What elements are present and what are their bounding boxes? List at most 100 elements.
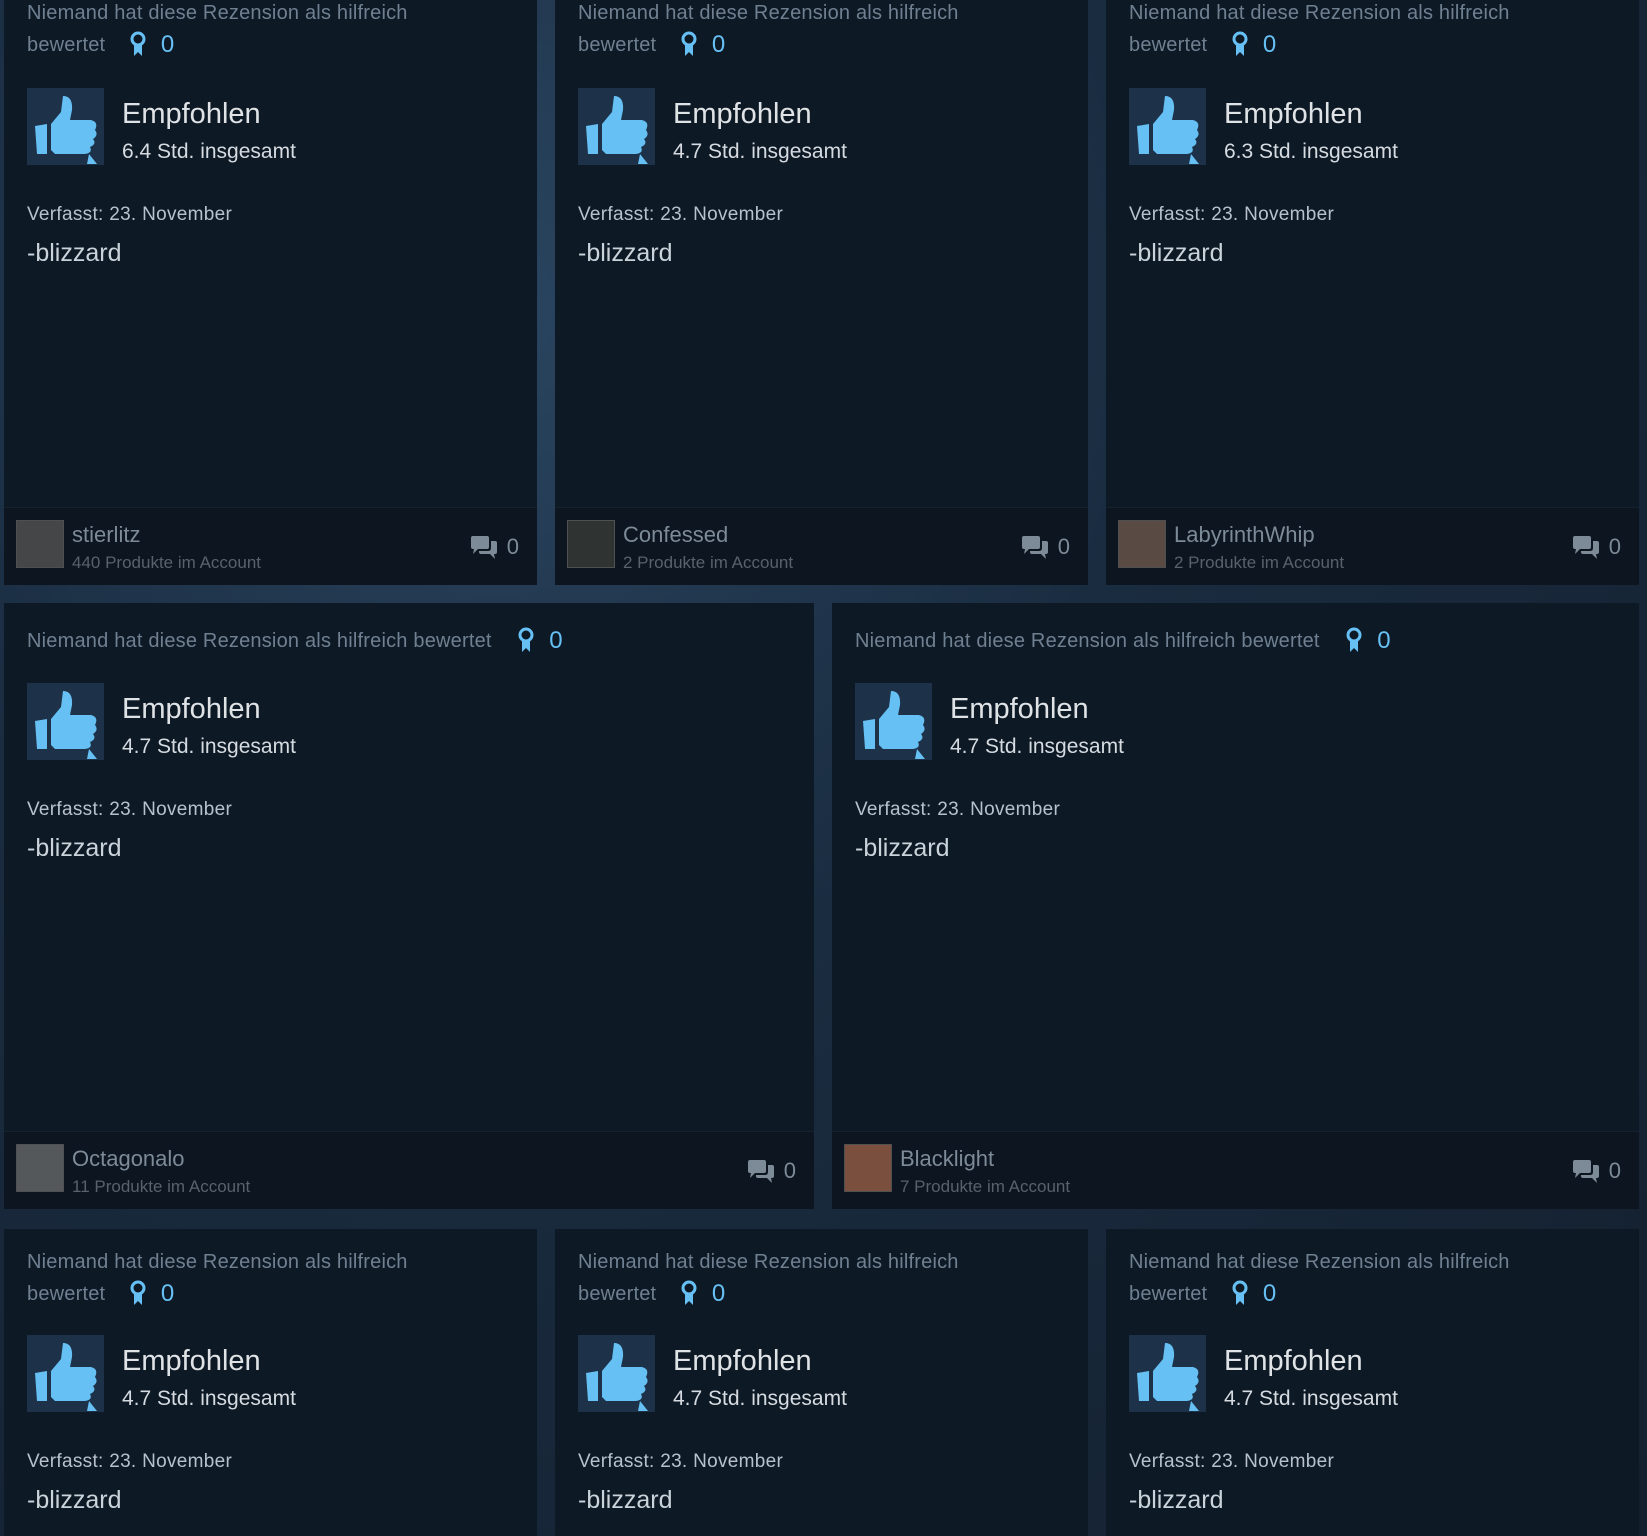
review-card[interactable]: Niemand hat diese Rezension als hilfreic… [4, 1229, 537, 1536]
posted-date: Verfasst: 23. November [27, 799, 233, 820]
hours-played: 6.4 Std. insgesamt [122, 140, 296, 163]
helpful-text: bewertet [27, 34, 106, 56]
review-card[interactable]: Niemand hat diese Rezension als hilfreic… [4, 603, 814, 1209]
avatar[interactable] [567, 520, 615, 568]
helpful-text: Niemand hat diese Rezension als hilfreic… [27, 2, 408, 24]
thumbs-up-icon [27, 1335, 104, 1412]
comment-count: 0 [783, 1157, 796, 1183]
thumbs-up-icon [27, 683, 104, 760]
avatar[interactable] [16, 520, 64, 568]
comment-button[interactable]: 0 [746, 1158, 796, 1185]
review-text: -blizzard [1129, 239, 1224, 267]
review-text: -blizzard [27, 834, 122, 862]
thumbs-up-icon [578, 1335, 655, 1412]
recommendation-title: Empfohlen [1224, 98, 1363, 130]
user-name[interactable]: Confessed [623, 522, 728, 548]
comment-icon [1572, 536, 1599, 559]
user-name[interactable]: LabyrinthWhip [1174, 522, 1315, 548]
recommend-thumb [578, 1335, 655, 1412]
helpful-text: Niemand hat diese Rezension als hilfreic… [578, 2, 959, 24]
review-card[interactable]: Niemand hat diese Rezension als hilfreic… [4, 0, 537, 585]
review-card[interactable]: Niemand hat diese Rezension als hilfreic… [555, 1229, 1088, 1536]
helpful-count: 0 [711, 31, 726, 58]
helpful-count: 0 [160, 1280, 175, 1307]
recommendation-title: Empfohlen [950, 693, 1089, 725]
award-icon [1232, 1280, 1248, 1305]
user-name[interactable]: stierlitz [72, 522, 140, 548]
avatar[interactable] [844, 1144, 892, 1192]
helpful-text: Niemand hat diese Rezension als hilfreic… [1129, 1251, 1510, 1273]
user-name[interactable]: Octagonalo [72, 1146, 185, 1172]
helpful-text: Niemand hat diese Rezension als hilfreic… [27, 630, 492, 652]
comment-button[interactable]: 0 [469, 534, 519, 561]
comment-button[interactable]: 0 [1571, 534, 1621, 561]
review-card[interactable]: Niemand hat diese Rezension als hilfreic… [832, 603, 1639, 1209]
award-icon [681, 31, 697, 56]
comment-count: 0 [1057, 533, 1070, 559]
helpful-info: Niemand hat diese Rezension als hilfreic… [855, 625, 1391, 657]
helpful-info: Niemand hat diese Rezension als hilfreic… [27, 0, 408, 61]
avatar[interactable] [1118, 520, 1166, 568]
helpful-info: Niemand hat diese Rezension als hilfreic… [578, 1246, 959, 1310]
hours-played: 4.7 Std. insgesamt [122, 735, 296, 758]
hours-played: 4.7 Std. insgesamt [673, 140, 847, 163]
recommend-thumb [855, 683, 932, 760]
review-card[interactable]: Niemand hat diese Rezension als hilfreic… [1106, 0, 1639, 585]
review-footer: Octagonalo 11 Produkte im Account 0 [4, 1131, 814, 1209]
comment-icon [1572, 1160, 1599, 1183]
review-text: -blizzard [27, 1486, 122, 1514]
helpful-text: bewertet [578, 34, 657, 56]
user-products: 11 Produkte im Account [72, 1177, 251, 1196]
recommendation-title: Empfohlen [1224, 1345, 1363, 1377]
posted-date: Verfasst: 23. November [1129, 204, 1335, 225]
thumbs-up-icon [578, 88, 655, 165]
helpful-count: 0 [549, 627, 563, 654]
helpful-text: bewertet [27, 1283, 106, 1305]
comment-icon [470, 536, 497, 559]
comment-icon [747, 1160, 774, 1183]
posted-date: Verfasst: 23. November [27, 1451, 233, 1472]
user-products: 2 Produkte im Account [1174, 553, 1345, 572]
helpful-text: Niemand hat diese Rezension als hilfreic… [27, 1251, 408, 1273]
comment-icon [1021, 536, 1048, 559]
helpful-count: 0 [711, 1280, 726, 1307]
recommend-thumb [1129, 1335, 1206, 1412]
user-name[interactable]: Blacklight [900, 1146, 994, 1172]
hours-played: 4.7 Std. insgesamt [950, 735, 1124, 758]
review-text: -blizzard [27, 239, 122, 267]
posted-date: Verfasst: 23. November [27, 204, 233, 225]
recommend-thumb [27, 1335, 104, 1412]
posted-date: Verfasst: 23. November [855, 799, 1061, 820]
posted-date: Verfasst: 23. November [1129, 1451, 1335, 1472]
comment-count: 0 [1608, 533, 1621, 559]
comment-button[interactable]: 0 [1571, 1158, 1621, 1185]
comment-count: 0 [506, 533, 519, 559]
award-icon [130, 1280, 146, 1305]
thumbs-up-icon [855, 683, 932, 760]
hours-played: 4.7 Std. insgesamt [673, 1387, 847, 1410]
helpful-count: 0 [160, 31, 175, 58]
review-footer: Confessed 2 Produkte im Account 0 [555, 507, 1088, 585]
review-card[interactable]: Niemand hat diese Rezension als hilfreic… [1106, 1229, 1639, 1536]
comment-button[interactable]: 0 [1020, 534, 1070, 561]
posted-date: Verfasst: 23. November [578, 204, 784, 225]
helpful-info: Niemand hat diese Rezension als hilfreic… [1129, 0, 1510, 61]
review-card[interactable]: Niemand hat diese Rezension als hilfreic… [555, 0, 1088, 585]
recommend-thumb [27, 88, 104, 165]
avatar[interactable] [16, 1144, 64, 1192]
helpful-info: Niemand hat diese Rezension als hilfreic… [27, 625, 563, 657]
review-text: -blizzard [855, 834, 950, 862]
thumbs-up-icon [1129, 88, 1206, 165]
user-products: 2 Produkte im Account [623, 553, 794, 572]
award-icon [681, 1280, 697, 1305]
award-icon [518, 627, 534, 652]
helpful-count: 0 [1262, 1280, 1277, 1307]
hours-played: 6.3 Std. insgesamt [1224, 140, 1398, 163]
helpful-text: bewertet [1129, 1283, 1208, 1305]
recommendation-title: Empfohlen [122, 1345, 261, 1377]
review-footer: stierlitz 440 Produkte im Account 0 [4, 507, 537, 585]
recommend-thumb [578, 88, 655, 165]
recommendation-title: Empfohlen [673, 1345, 812, 1377]
recommend-thumb [27, 683, 104, 760]
user-products: 440 Produkte im Account [72, 553, 262, 572]
